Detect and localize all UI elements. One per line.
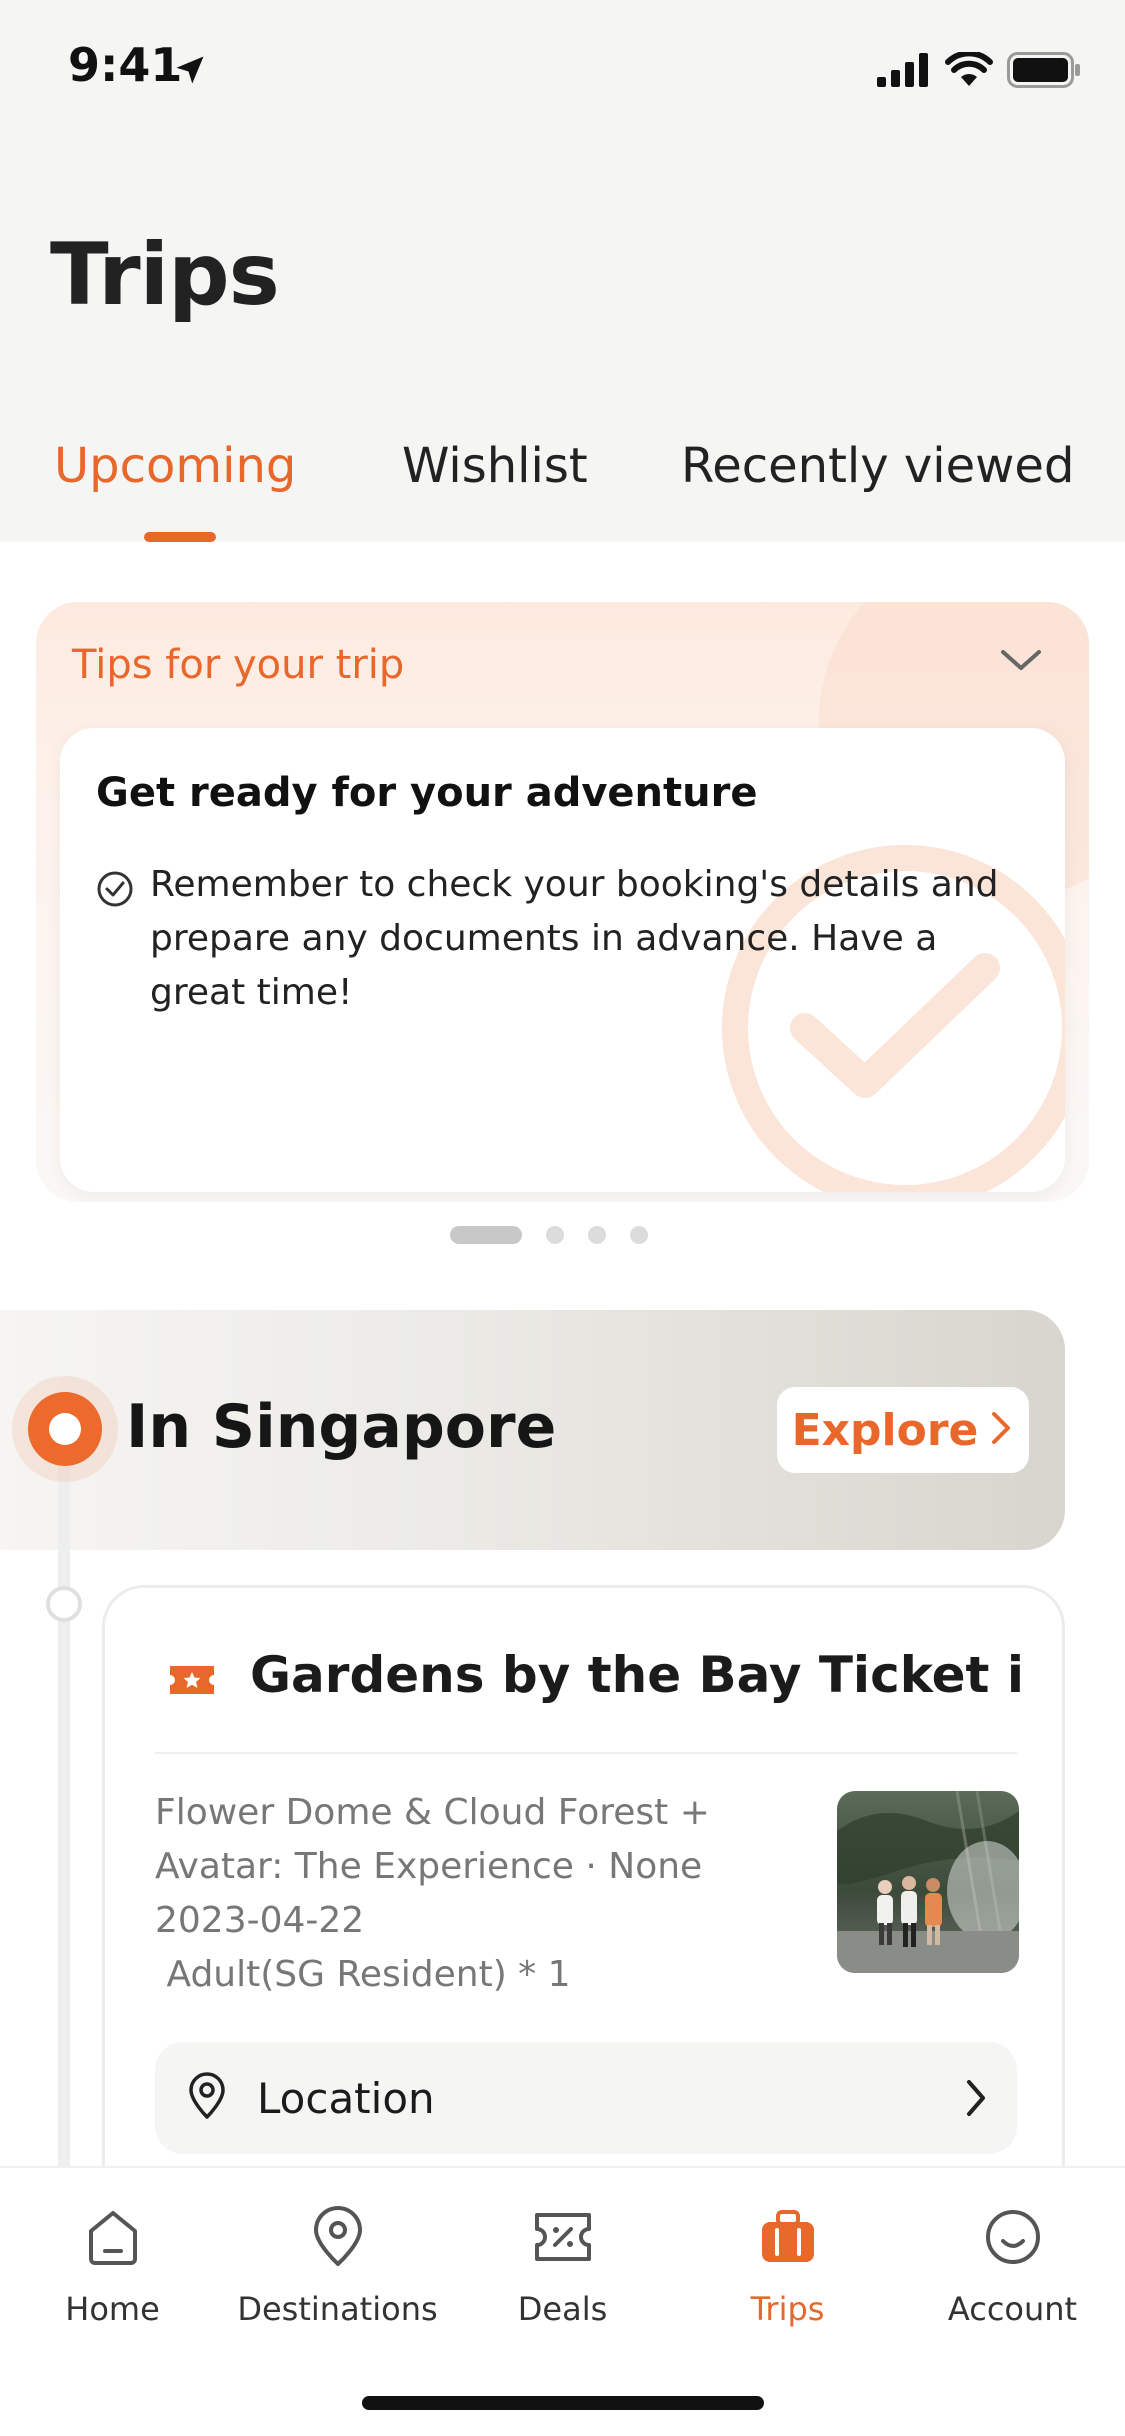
pagination-dot[interactable] [630, 1226, 648, 1244]
pin-icon [310, 2202, 366, 2272]
booking-quantity: Adult(SG Resident) * 1 [155, 1954, 571, 1995]
home-indicator [362, 2396, 764, 2410]
location-label: Location [257, 2073, 435, 2123]
map-pin-icon [185, 2071, 229, 2125]
ticket-icon [167, 1660, 217, 1704]
system-icons [877, 50, 1081, 92]
page-title: Trips [50, 225, 280, 325]
booking-title: Gardens by the Bay Ticket in ... [250, 1646, 1020, 1704]
suitcase-icon [758, 2202, 818, 2272]
pagination-dot[interactable] [546, 1226, 564, 1244]
nav-account[interactable]: Account [900, 2202, 1125, 2328]
tips-pagination [450, 1226, 648, 1244]
timeline-marker [28, 1392, 102, 1466]
timeline-node [46, 1586, 82, 1622]
chevron-right-icon [988, 1408, 1014, 1452]
chevron-down-icon[interactable] [999, 646, 1043, 678]
check-circle-icon [96, 870, 134, 912]
coupon-icon [533, 2202, 593, 2272]
explore-button[interactable]: Explore [777, 1387, 1029, 1473]
home-icon [85, 2202, 141, 2272]
booking-details: Flower Dome & Cloud Forest + Avatar: The… [155, 1786, 835, 2002]
timeline-line [58, 1460, 70, 2180]
nav-destinations-label: Destinations [237, 2290, 438, 2328]
location-arrow-icon [172, 52, 208, 92]
booking-package: Flower Dome & Cloud Forest + [155, 1792, 710, 1833]
location-button[interactable]: Location [155, 2042, 1017, 2154]
tab-wishlist[interactable]: Wishlist [402, 438, 588, 494]
wifi-icon [945, 50, 993, 92]
pagination-dot-active[interactable] [450, 1226, 522, 1244]
nav-trips-label: Trips [750, 2290, 825, 2328]
battery-icon [1007, 52, 1081, 92]
nav-home-label: Home [65, 2290, 160, 2328]
nav-deals[interactable]: Deals [450, 2202, 675, 2328]
nav-home[interactable]: Home [0, 2202, 225, 2328]
trip-tabs: Upcoming Wishlist Recently viewed [0, 430, 1125, 542]
city-title: In Singapore [126, 1392, 557, 1462]
tips-card[interactable]: Tips for your trip Get ready for your ad… [36, 602, 1089, 1202]
nav-destinations[interactable]: Destinations [225, 2202, 450, 2328]
booking-date: 2023-04-22 [155, 1900, 365, 1941]
status-time: 9:41 [68, 38, 183, 92]
trips-screen: 9:41 Trips Upcoming Wishlist Recently vi… [0, 0, 1125, 2436]
tab-upcoming[interactable]: Upcoming [54, 438, 296, 494]
tip-card: Get ready for your adventure Remember to… [60, 728, 1065, 1192]
explore-label: Explore [791, 1404, 979, 1456]
booking-package-cont: Avatar: The Experience · None [155, 1846, 703, 1887]
nav-account-label: Account [947, 2290, 1078, 2328]
tip-title: Get ready for your adventure [96, 770, 758, 816]
status-bar: 9:41 [0, 0, 1125, 140]
attraction-photo [837, 1791, 1019, 1973]
pagination-dot[interactable] [588, 1226, 606, 1244]
divider [155, 1752, 1017, 1754]
nav-deals-label: Deals [517, 2290, 608, 2328]
tips-header: Tips for your trip [72, 642, 405, 688]
tab-recently-viewed[interactable]: Recently viewed [681, 438, 1074, 494]
nav-trips[interactable]: Trips [675, 2202, 900, 2328]
smiley-icon [983, 2202, 1043, 2272]
cellular-signal-icon [877, 53, 931, 91]
tip-text: Remember to check your booking's details… [150, 864, 999, 1013]
chevron-right-icon [963, 2078, 989, 2122]
active-tab-indicator [144, 532, 216, 542]
